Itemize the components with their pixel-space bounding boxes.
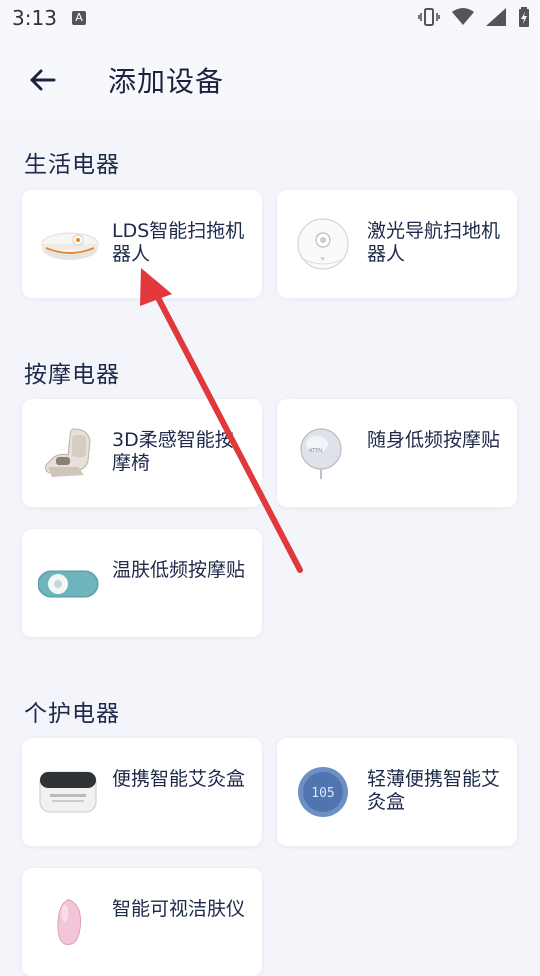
robot-vacuum-laser-icon: o	[297, 218, 349, 270]
device-card-thin-moxibustion[interactable]: 105 轻薄便携智能艾灸盒	[277, 738, 517, 846]
device-label: 激光导航扫地机器人	[367, 220, 501, 265]
device-label: 智能可视洁肤仪	[112, 898, 246, 920]
status-icons	[418, 7, 530, 27]
back-button[interactable]	[22, 60, 62, 100]
svg-text:ATEN: ATEN	[309, 448, 322, 454]
moxibustion-box-icon	[39, 771, 97, 813]
device-card-laser-robot[interactable]: o 激光导航扫地机器人	[277, 190, 517, 298]
device-label: 随身低频按摩贴	[367, 429, 501, 451]
massage-chair-icon	[45, 428, 91, 477]
battery-icon	[519, 7, 529, 27]
robot-vacuum-lds-icon	[41, 232, 99, 260]
portable-massager-icon: ATEN	[300, 428, 342, 479]
device-label: 温肤低频按摩贴	[112, 559, 246, 581]
status-bar: 3:13 A	[0, 0, 540, 36]
svg-text:o: o	[321, 256, 324, 262]
back-arrow-icon	[30, 69, 56, 91]
section-title-personal-care: 个护电器	[24, 701, 120, 727]
device-card-warm-massager[interactable]: 温肤低频按摩贴	[22, 529, 262, 637]
device-card-portable-massager[interactable]: ATEN 随身低频按摩贴	[277, 399, 517, 507]
device-label: 3D柔感智能按摩椅	[112, 429, 234, 474]
notification-icon: A	[72, 11, 86, 25]
device-card-moxibustion-box[interactable]: 便携智能艾灸盒	[22, 738, 262, 846]
signal-icon	[486, 8, 506, 26]
device-label: 轻薄便携智能艾灸盒	[367, 768, 501, 813]
warm-massager-icon	[38, 570, 99, 598]
vibrate-icon	[418, 8, 440, 26]
wifi-icon	[452, 8, 474, 25]
page-title: 添加设备	[108, 65, 225, 98]
device-card-lds-robot[interactable]: LDS智能扫拖机器人	[22, 190, 262, 298]
status-time: 3:13	[12, 6, 57, 30]
section-title-massage-appliances: 按摩电器	[24, 362, 120, 388]
skin-cleanser-icon	[57, 898, 82, 945]
device-label: LDS智能扫拖机器人	[112, 220, 245, 265]
device-label: 便携智能艾灸盒	[112, 768, 246, 790]
section-title-home-appliances: 生活电器	[24, 152, 120, 178]
device-display: 105	[311, 786, 334, 801]
thin-moxibustion-icon: 105	[298, 767, 348, 817]
device-card-massage-chair[interactable]: 3D柔感智能按摩椅	[22, 399, 262, 507]
app-header: 添加设备	[0, 36, 540, 120]
